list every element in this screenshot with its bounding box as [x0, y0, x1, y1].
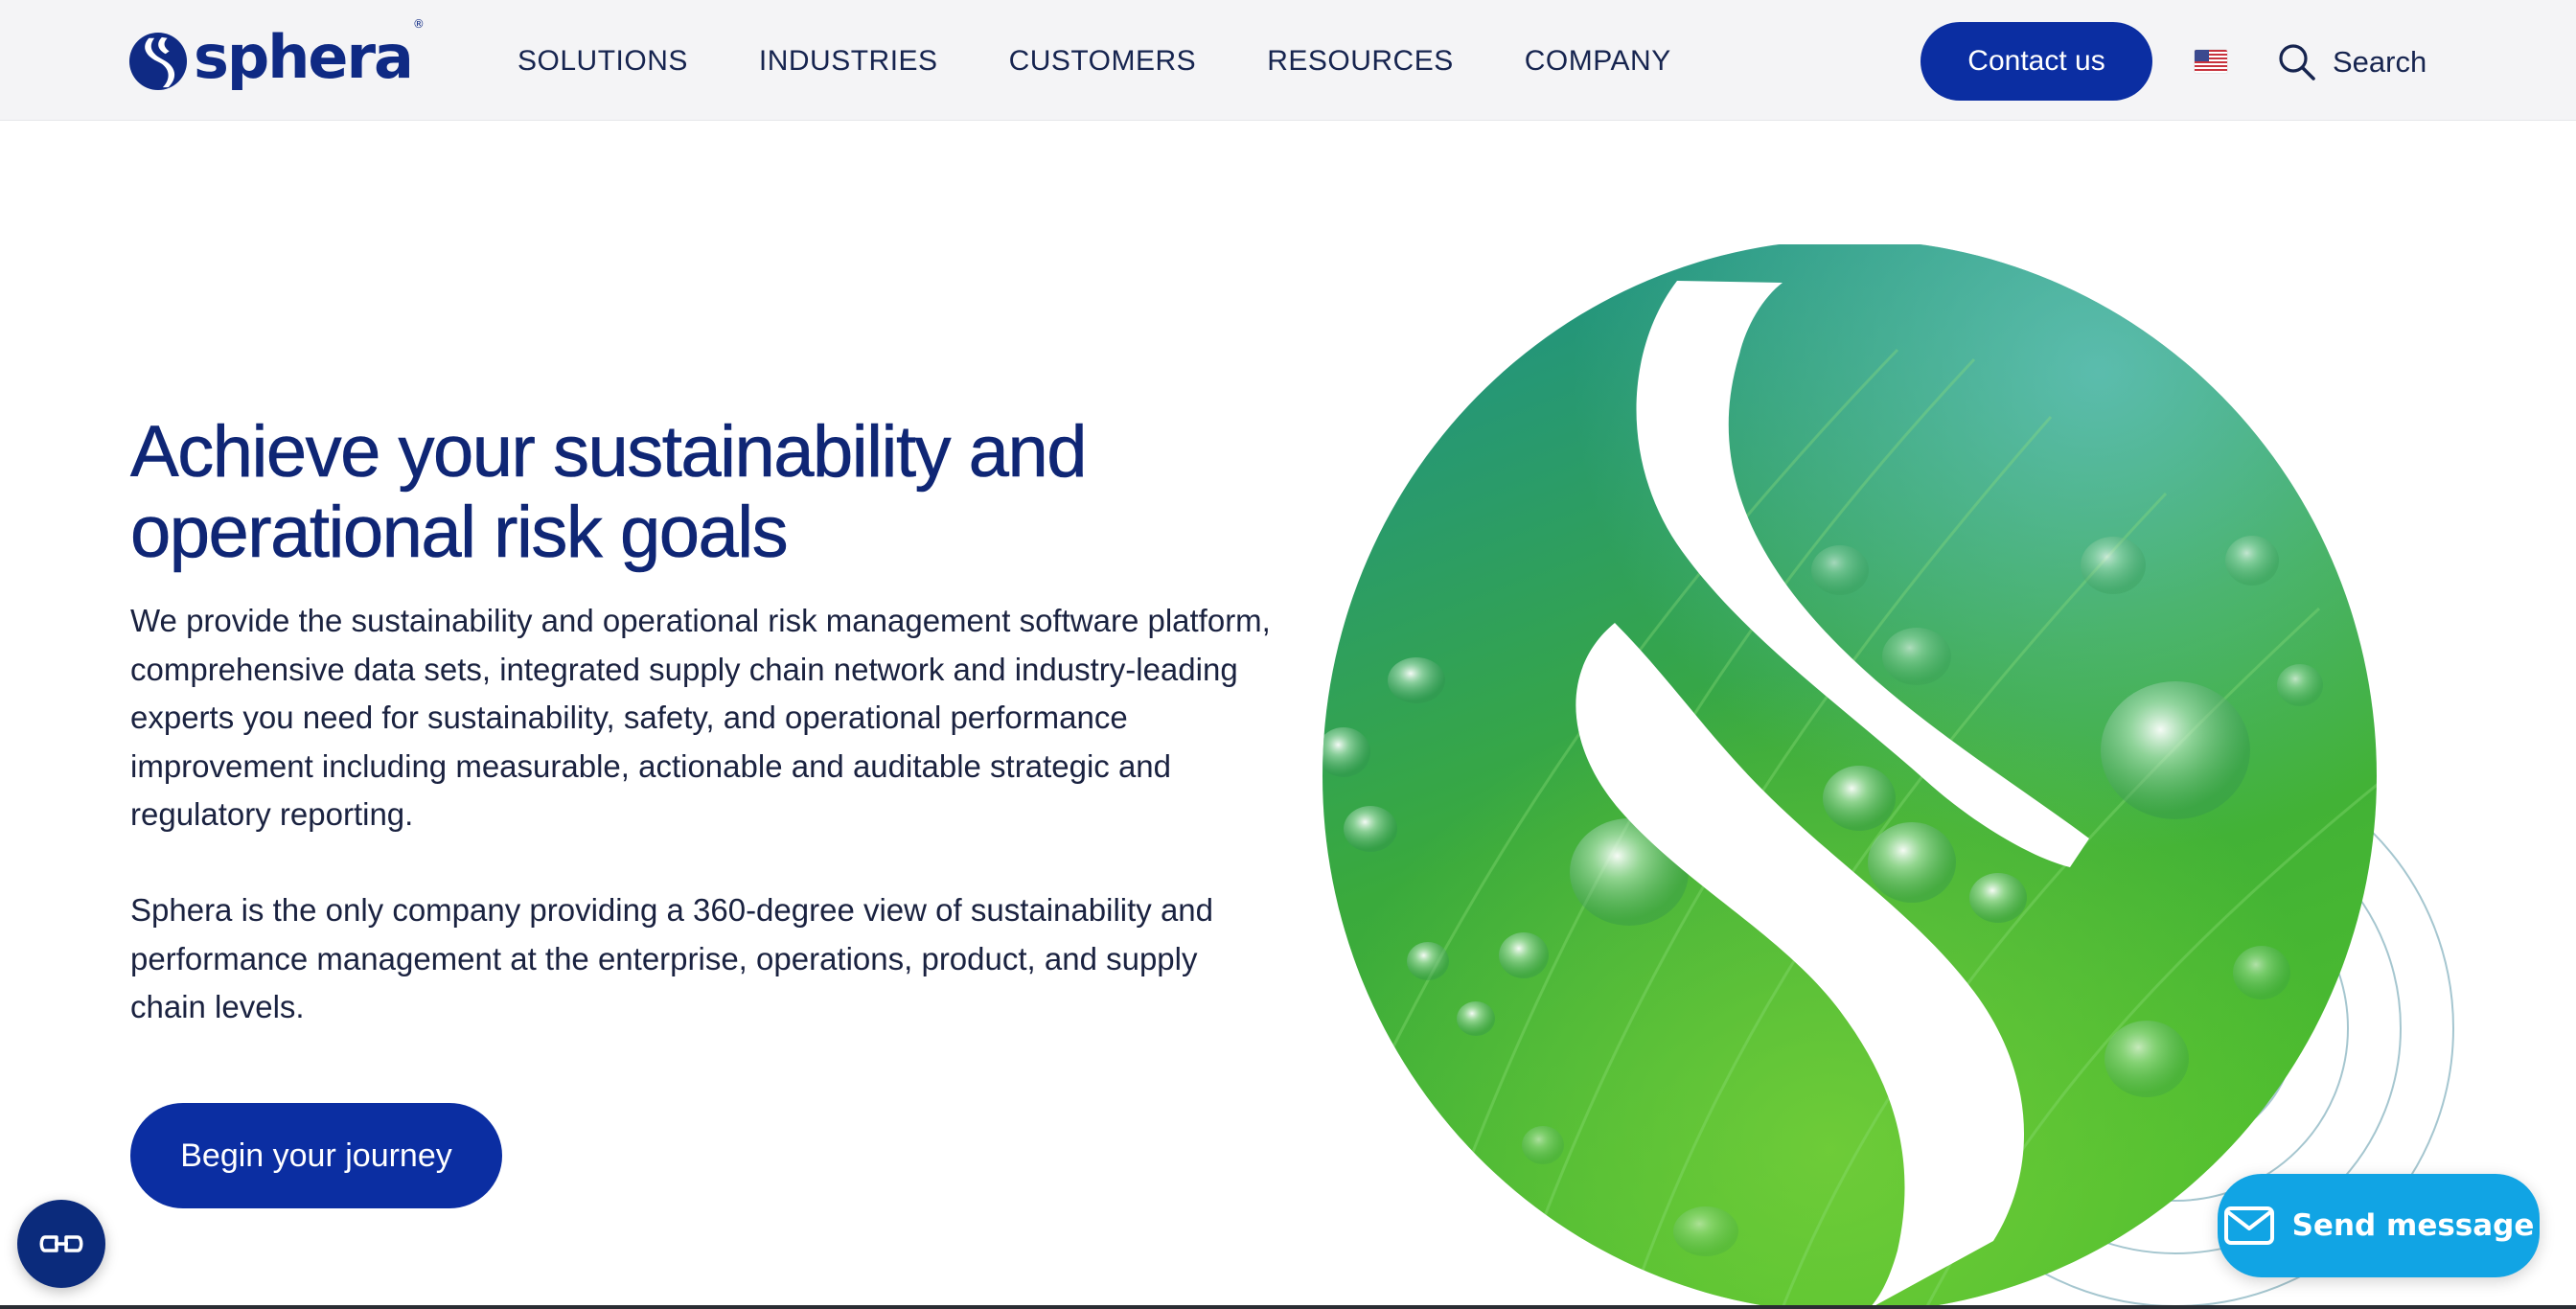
main-nav: SOLUTIONS INDUSTRIES CUSTOMERS RESOURCES…	[518, 42, 1742, 80]
begin-journey-button[interactable]: Begin your journey	[130, 1103, 502, 1208]
window-bottom-edge	[0, 1305, 2576, 1309]
us-flag-icon[interactable]	[2195, 50, 2227, 73]
brand-wordmark: sphera	[194, 22, 412, 92]
sphera-logo-icon	[128, 32, 188, 91]
hero-subdescription: Sphera is the only company providing a 3…	[130, 886, 1280, 1032]
nav-industries[interactable]: INDUSTRIES	[759, 42, 938, 80]
hero-description: We provide the sustainability and operat…	[130, 597, 1280, 839]
nav-solutions[interactable]: SOLUTIONS	[518, 42, 688, 80]
nav-customers[interactable]: CUSTOMERS	[1009, 42, 1197, 80]
nav-company[interactable]: COMPANY	[1525, 42, 1671, 80]
search-label: Search	[2333, 45, 2426, 80]
send-message-button[interactable]: Send message	[2218, 1174, 2540, 1277]
leaf-water-drops-logo-image	[1303, 244, 2472, 1309]
nav-resources[interactable]: RESOURCES	[1267, 42, 1454, 80]
contact-us-button[interactable]: Contact us	[1920, 22, 2152, 101]
sphera-logo[interactable]: sphera®	[128, 29, 423, 94]
accessibility-icon	[37, 1229, 85, 1258]
search-button[interactable]: Search	[2277, 42, 2426, 82]
hero-title: Achieve your sustainability and operatio…	[130, 412, 1300, 573]
send-message-label: Send message	[2292, 1208, 2535, 1243]
envelope-icon	[2223, 1206, 2275, 1246]
search-icon	[2277, 42, 2317, 82]
site-header: sphera® SOLUTIONS INDUSTRIES CUSTOMERS R…	[0, 0, 2576, 121]
accessibility-button[interactable]	[17, 1200, 105, 1288]
trademark-symbol: ®	[413, 17, 423, 31]
